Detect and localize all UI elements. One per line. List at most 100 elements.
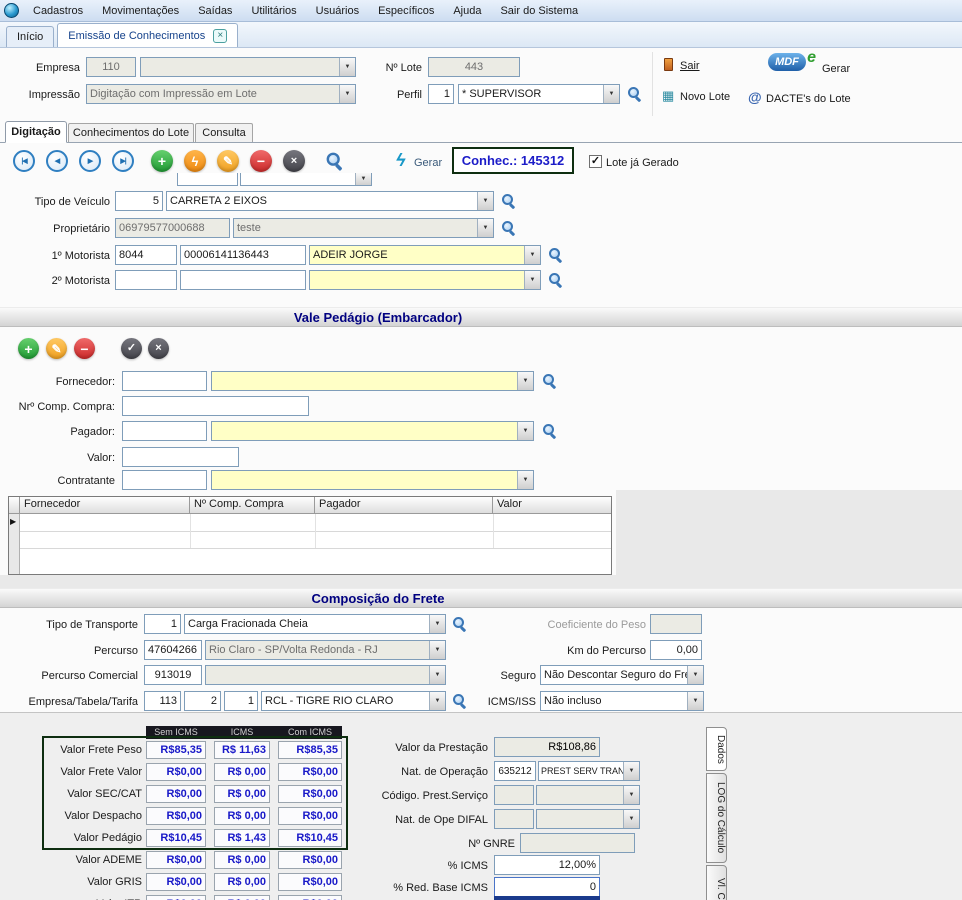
tab-inicio[interactable]: Início [6, 26, 54, 47]
icms-pct-field[interactable]: 12,00% [494, 855, 600, 875]
red-base-icms-field[interactable]: 0 [494, 877, 600, 897]
tipo-veiculo-code-field[interactable]: 5 [115, 191, 163, 211]
edit-pencil-button[interactable]: ✎ [217, 150, 239, 172]
dropdown-arrow-icon[interactable]: ▼ [429, 692, 445, 710]
search-icon[interactable] [325, 151, 344, 170]
km-percurso-field[interactable]: 0,00 [650, 640, 702, 660]
dacte-do-lote-button[interactable]: DACTE's do Lote [766, 92, 866, 106]
subtab-digitacao[interactable]: Digitação [5, 121, 67, 143]
icms-iss-label: ICMS/ISS [462, 695, 536, 709]
vp-delete-button[interactable]: − [74, 338, 95, 359]
subtab-conhecimentos-do-lote[interactable]: Conhecimentos do Lote [68, 123, 194, 142]
dropdown-arrow-icon[interactable]: ▼ [603, 85, 619, 103]
motorista2-search-icon[interactable] [548, 272, 564, 288]
empresa-combo: ▼ [140, 57, 356, 77]
dropdown-arrow-icon[interactable]: ▼ [623, 762, 639, 780]
motorista1-doc-field[interactable]: 00006141136443 [180, 245, 306, 265]
grid-col-comp-compra[interactable]: Nº Comp. Compra [190, 497, 315, 514]
nat-operacao-combo[interactable]: PREST SERV TRANSI▼ [538, 761, 640, 781]
tipo-veiculo-combo[interactable]: CARRETA 2 EIXOS▼ [166, 191, 494, 211]
cancel-button[interactable]: × [283, 150, 305, 172]
side-tab-dados[interactable]: Dados [706, 727, 727, 771]
menu-item-ajuda[interactable]: Ajuda [444, 2, 490, 20]
dropdown-arrow-icon[interactable]: ▼ [429, 615, 445, 633]
perfil-search-icon[interactable] [627, 86, 643, 102]
pagador-combo[interactable]: ▼ [211, 421, 534, 441]
tarifa-field[interactable]: 1 [224, 691, 258, 711]
motorista2-code-field[interactable] [115, 270, 177, 290]
empresa-tarifa-field[interactable]: 113 [144, 691, 181, 711]
motorista1-search-icon[interactable] [548, 247, 564, 263]
menu-item-movimentacoes[interactable]: Movimentações [93, 2, 188, 20]
motorista1-code-field[interactable]: 8044 [115, 245, 177, 265]
dropdown-arrow-icon[interactable]: ▼ [687, 692, 703, 710]
vp-confirm-button[interactable]: ✓ [121, 338, 142, 359]
lote-ja-gerado-checkbox[interactable]: ✓ [589, 155, 602, 168]
menu-item-especificos[interactable]: Específicos [369, 2, 443, 20]
subtab-consulta[interactable]: Consulta [195, 123, 253, 142]
dropdown-arrow-icon[interactable]: ▼ [517, 372, 533, 390]
nat-operacao-code-field[interactable]: 635212 [494, 761, 536, 781]
fornecedor-combo[interactable]: ▼ [211, 371, 534, 391]
side-tab-vl-calc[interactable]: Vl. Calc [706, 865, 727, 900]
menu-item-usuarios[interactable]: Usuários [307, 2, 368, 20]
tipo-veiculo-search-icon[interactable] [501, 193, 517, 209]
delete-button[interactable]: − [250, 150, 272, 172]
percurso-comercial-field[interactable]: 913019 [144, 665, 202, 685]
dropdown-arrow-icon[interactable]: ▼ [524, 246, 540, 264]
comp-compra-field[interactable] [122, 396, 309, 416]
tarifa-combo[interactable]: RCL - TIGRE RIO CLARO▼ [261, 691, 446, 711]
novo-lote-button[interactable]: Novo Lote [680, 90, 750, 104]
grid-col-valor[interactable]: Valor [493, 497, 611, 514]
dropdown-arrow-icon[interactable]: ▼ [477, 192, 493, 210]
dropdown-arrow-icon[interactable]: ▼ [524, 271, 540, 289]
perfil-code-field[interactable]: 1 [428, 84, 454, 104]
side-tab-log-do-calculo[interactable]: LOG do Cálculo [706, 773, 727, 863]
pagador-code-field[interactable] [122, 421, 207, 441]
percurso-code-field[interactable]: 47604266 [144, 640, 202, 660]
valor-despacho-row: Valor Despacho R$0,00 R$ 0,00 R$0,00 [44, 805, 344, 827]
fornecedor-search-icon[interactable] [542, 373, 558, 389]
menu-item-cadastros[interactable]: Cadastros [24, 2, 92, 20]
nav-next-button[interactable]: ▶ [79, 150, 101, 172]
menu-item-sair-do-sistema[interactable]: Sair do Sistema [491, 2, 587, 20]
tipo-transporte-search-icon[interactable] [452, 616, 468, 632]
pagador-search-icon[interactable] [542, 423, 558, 439]
grid-col-fornecedor[interactable]: Fornecedor [20, 497, 190, 514]
dropdown-arrow-icon[interactable]: ▼ [687, 666, 703, 684]
seguro-combo[interactable]: Não Descontar Seguro do Frete P▼ [540, 665, 704, 685]
sair-button[interactable]: Sair [680, 59, 720, 73]
icms-iss-combo[interactable]: Não incluso▼ [540, 691, 704, 711]
contratante-combo[interactable]: ▼ [211, 470, 534, 490]
dropdown-arrow-icon[interactable]: ▼ [517, 471, 533, 489]
nav-last-button[interactable]: ▶| [112, 150, 134, 172]
tipo-transporte-combo[interactable]: Carga Fracionada Cheia▼ [184, 614, 446, 634]
motorista1-combo[interactable]: ADEIR JORGE▼ [309, 245, 541, 265]
motorista2-combo[interactable]: ▼ [309, 270, 541, 290]
dropdown-arrow-icon[interactable]: ▼ [517, 422, 533, 440]
vp-cancel-button[interactable]: × [148, 338, 169, 359]
menu-item-saidas[interactable]: Saídas [189, 2, 241, 20]
tabela-field[interactable]: 2 [184, 691, 221, 711]
menu-item-utilitarios[interactable]: Utilitários [242, 2, 305, 20]
clipped-combo-bottom-fragment [494, 896, 600, 900]
tipo-transporte-code-field[interactable]: 1 [144, 614, 181, 634]
vale-pedagio-grid[interactable]: Fornecedor Nº Comp. Compra Pagador Valor… [8, 496, 612, 575]
gerar-button[interactable]: Gerar [414, 156, 454, 170]
add-button[interactable]: + [151, 150, 173, 172]
grid-col-pagador[interactable]: Pagador [315, 497, 493, 514]
perfil-combo[interactable]: * SUPERVISOR▼ [458, 84, 620, 104]
lightning-button[interactable]: ϟ [184, 150, 206, 172]
vp-add-button[interactable]: + [18, 338, 39, 359]
contratante-code-field[interactable] [122, 470, 207, 490]
proprietario-search-icon[interactable] [501, 220, 517, 236]
motorista2-doc-field[interactable] [180, 270, 306, 290]
valor-field[interactable] [122, 447, 239, 467]
close-tab-icon[interactable]: × [213, 29, 227, 43]
fornecedor-code-field[interactable] [122, 371, 207, 391]
nav-previous-button[interactable]: ◀ [46, 150, 68, 172]
vp-edit-pencil-button[interactable]: ✎ [46, 338, 67, 359]
nav-first-button[interactable]: |◀ [13, 150, 35, 172]
mdfe-gerar-button[interactable]: Gerar [822, 62, 864, 76]
tab-emissao-de-conhecimentos[interactable]: Emissão de Conhecimentos × [57, 23, 238, 47]
